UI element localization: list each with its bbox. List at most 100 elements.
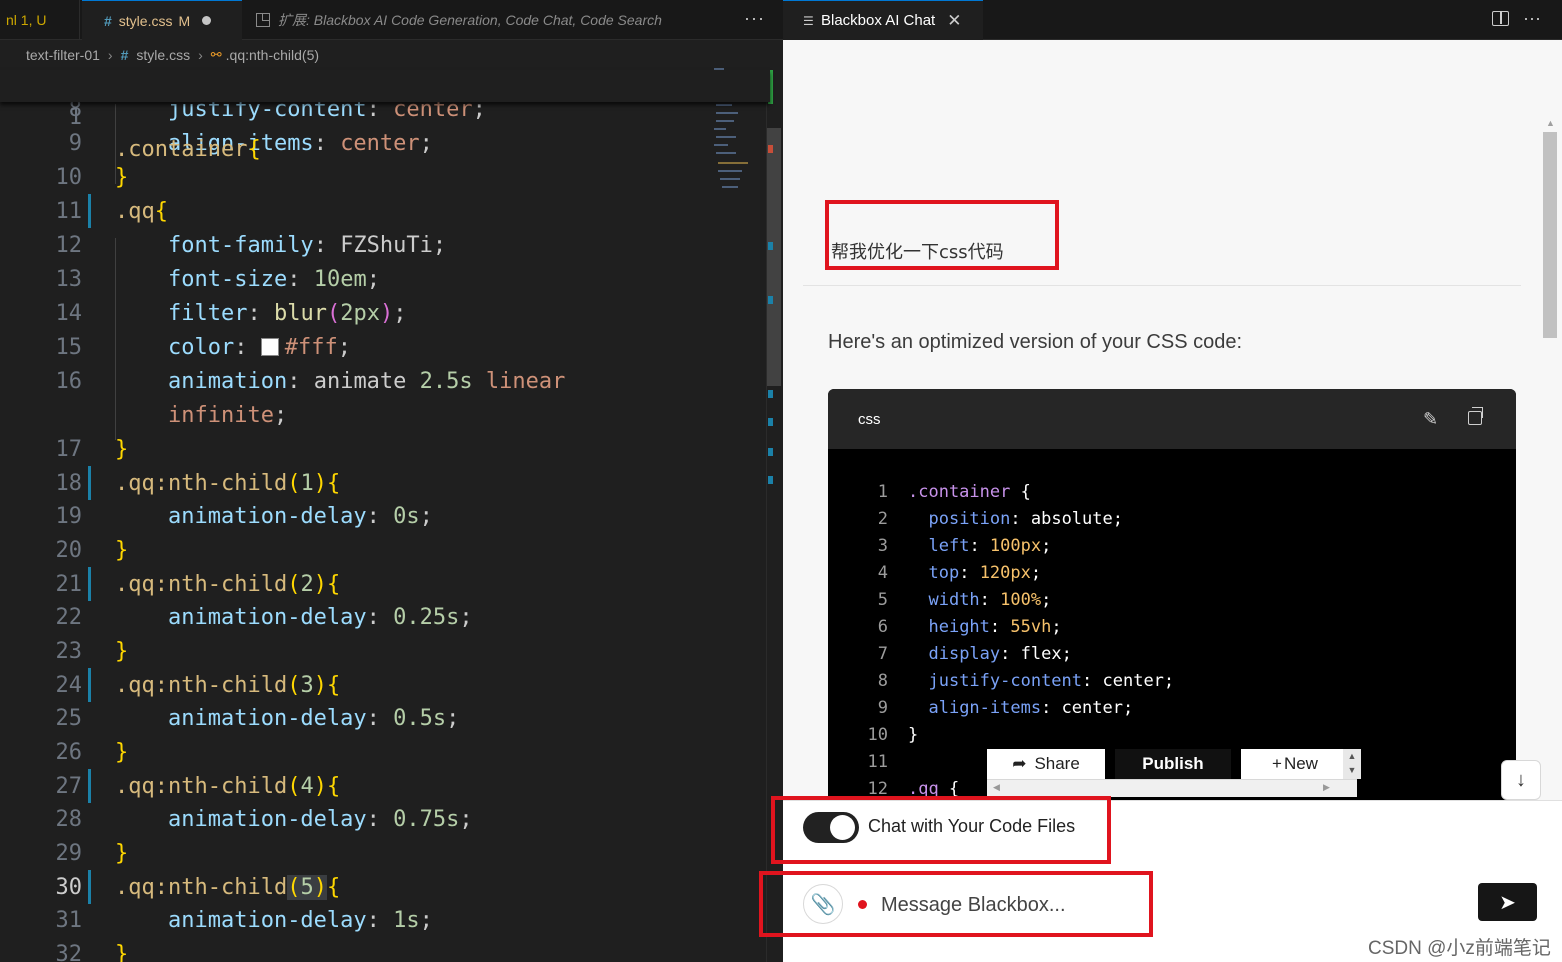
- code-line: 8 justify-content: center;: [877, 671, 1175, 691]
- scroll-up-arrow-icon[interactable]: ▲: [1546, 118, 1555, 128]
- copy-icon[interactable]: [1468, 407, 1483, 425]
- code-line: 7 display: flex;: [877, 644, 1072, 664]
- code-block: css ✎ 1 .container { 2 position: absolute…: [828, 389, 1516, 800]
- code-line[interactable]: 27 .qq:nth-child(4){: [0, 770, 710, 804]
- symbol-class-icon: ⚯: [210, 47, 222, 62]
- overview-ruler-marker: [768, 418, 773, 426]
- split-editor-icon[interactable]: [1492, 11, 1509, 26]
- blackbox-chat-panel: ☰ Blackbox AI Chat ✕ ··· ▲ 帮我优化一下css代码 H…: [759, 0, 1562, 962]
- breadcrumb-folder[interactable]: text-filter-01: [26, 47, 100, 63]
- edit-pencil-icon[interactable]: ✎: [1423, 409, 1438, 430]
- overview-ruler-marker: [768, 390, 773, 398]
- code-line: 5 width: 100%;: [877, 590, 1052, 610]
- code-line[interactable]: 20}: [0, 534, 710, 568]
- code-line[interactable]: 15 color: #fff;: [0, 331, 710, 365]
- app-window: nl 1, U # style.css M 扩展: Blackbox AI Co…: [0, 0, 1562, 962]
- breadcrumb-symbol[interactable]: .qq:nth-child(5): [226, 47, 319, 63]
- code-line[interactable]: 23}: [0, 635, 710, 669]
- message-divider: [803, 285, 1521, 286]
- scroll-right-icon[interactable]: ▶: [1323, 782, 1330, 793]
- chat-tab-bar: ☰ Blackbox AI Chat ✕ ···: [783, 0, 1562, 40]
- watermark: CSDN @小z前端笔记: [1368, 938, 1551, 959]
- publish-button[interactable]: Publish: [1115, 749, 1231, 779]
- code-line: 10}: [867, 725, 919, 745]
- more-actions-icon[interactable]: ···: [1523, 8, 1541, 29]
- code-text: .container{: [115, 137, 261, 162]
- overview-ruler-marker: [768, 448, 773, 456]
- overview-ruler-marker: [768, 476, 773, 484]
- code-line[interactable]: 19 animation-delay: 0s;: [0, 500, 710, 534]
- code-line: 1 .container {: [877, 482, 1031, 502]
- scroll-down-arrow-icon[interactable]: ↓: [1501, 760, 1541, 800]
- code-line[interactable]: 16 animation: animate 2.5s linear: [0, 365, 710, 399]
- code-line[interactable]: 11 .qq{: [0, 195, 710, 229]
- code-block-header: css ✎: [828, 389, 1516, 449]
- code-line-wrapped[interactable]: infinite;: [0, 399, 710, 433]
- code-line[interactable]: 14 filter: blur(2px);: [0, 297, 710, 331]
- highlight-box: [825, 200, 1059, 270]
- highlight-box: [759, 871, 1153, 937]
- new-button[interactable]: + New: [1241, 749, 1349, 779]
- code-language-label: css: [858, 410, 881, 428]
- code-block-body[interactable]: 1 .container { 2 position: absolute; 3 le…: [828, 449, 1516, 800]
- modified-flag: M: [178, 12, 191, 29]
- code-line: 9 align-items: center;: [877, 698, 1134, 718]
- code-line[interactable]: 24 .qq:nth-child(3){: [0, 669, 710, 703]
- line-number: 1: [68, 105, 82, 130]
- code-editor: nl 1, U # style.css M 扩展: Blackbox AI Co…: [0, 0, 783, 962]
- overview-ruler-marker: [768, 145, 773, 153]
- editor-tab-bar: nl 1, U # style.css M 扩展: Blackbox AI Co…: [0, 0, 783, 40]
- code-line-active[interactable]: 30 .qq:nth-child(5){: [0, 871, 710, 905]
- code-line[interactable]: 21 .qq:nth-child(2){: [0, 568, 710, 602]
- tab-extension[interactable]: 扩展: Blackbox AI Code Generation, Code Ch…: [244, 0, 734, 40]
- color-swatch[interactable]: [260, 338, 279, 356]
- tab-label: Blackbox AI Chat: [821, 12, 936, 29]
- tab-html-file[interactable]: nl 1, U: [0, 0, 80, 40]
- overview-ruler-marker: [768, 296, 773, 304]
- code-area[interactable]: 1 .container{ 8 justify-content: center;…: [0, 70, 783, 962]
- spinner-arrows-icon[interactable]: ▲ ▼: [1343, 749, 1361, 779]
- scrollbar-thumb[interactable]: [1543, 132, 1557, 338]
- css-file-icon: #: [104, 12, 112, 29]
- extension-icon: [256, 13, 270, 27]
- code-line[interactable]: 32}: [0, 938, 710, 962]
- horizontal-scrollbar[interactable]: ◀ ▶: [987, 779, 1357, 797]
- tab-blackbox-chat[interactable]: ☰ Blackbox AI Chat ✕: [783, 0, 983, 40]
- plus-icon: +: [1272, 754, 1282, 773]
- code-line[interactable]: 10}: [0, 161, 710, 195]
- unsaved-dot-icon[interactable]: [202, 16, 212, 25]
- code-line[interactable]: 31 animation-delay: 1s;: [0, 904, 710, 938]
- code-line[interactable]: 17}: [0, 433, 710, 467]
- code-line[interactable]: 28 animation-delay: 0.75s;: [0, 803, 710, 837]
- tab-label: 扩展: Blackbox AI Code Generation, Code Ch…: [278, 12, 662, 28]
- tab-style-css[interactable]: # style.css M: [82, 0, 242, 40]
- more-actions-icon[interactable]: ···: [744, 8, 765, 29]
- chat-input-area: Chat with Your Code Files 📎 ➤ CSDN @小z前端…: [759, 796, 1562, 962]
- scroll-left-icon[interactable]: ◀: [993, 782, 1000, 793]
- breadcrumb-file[interactable]: style.css: [136, 47, 190, 63]
- code-line[interactable]: 26}: [0, 736, 710, 770]
- share-button[interactable]: ➦ Share: [987, 749, 1105, 779]
- code-line: 2 position: absolute;: [877, 509, 1123, 529]
- send-button[interactable]: ➤: [1478, 883, 1537, 921]
- editor-scrollbar-thumb[interactable]: [767, 128, 781, 386]
- code-line: 4 top: 120px;: [877, 563, 1042, 583]
- code-line[interactable]: 29}: [0, 837, 710, 871]
- conversation-scrollbar[interactable]: ▲: [1541, 116, 1559, 800]
- code-line[interactable]: 13 font-size: 10em;: [0, 263, 710, 297]
- send-arrow-icon: ➤: [1499, 891, 1516, 914]
- code-line[interactable]: 18 .qq:nth-child(1){: [0, 467, 710, 501]
- overview-ruler-marker: [768, 242, 773, 250]
- tab-label: style.css: [118, 12, 173, 29]
- sticky-scroll-line[interactable]: 1 .container{: [0, 70, 770, 162]
- preview-lines-icon: ☰: [803, 13, 814, 28]
- code-line: 6 height: 55vh;: [877, 617, 1062, 637]
- code-line[interactable]: 9 align-items: center;: [0, 127, 710, 161]
- close-icon[interactable]: ✕: [947, 11, 961, 31]
- code-line[interactable]: 22 animation-delay: 0.25s;: [0, 601, 710, 635]
- conversation-area[interactable]: ▲ 帮我优化一下css代码 Here's an optimized versio…: [783, 40, 1562, 800]
- code-line[interactable]: 25 animation-delay: 0.5s;: [0, 702, 710, 736]
- code-line: 3 left: 100px;: [877, 536, 1052, 556]
- code-line[interactable]: 12 font-family: FZShuTi;: [0, 229, 710, 263]
- breadcrumb: text-filter-01 › # style.css › ⚯ .qq:nth…: [0, 40, 783, 70]
